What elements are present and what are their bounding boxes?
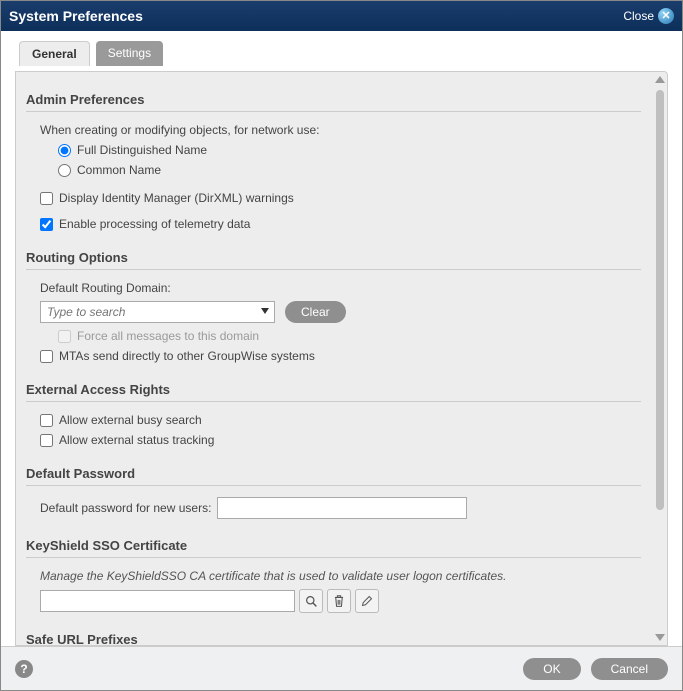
close-button[interactable]: Close ✕ <box>623 8 674 24</box>
keyshield-cert-input <box>40 590 295 612</box>
default-domain-combo[interactable] <box>40 301 275 323</box>
label-common-name: Common Name <box>77 163 161 177</box>
radio-common-name[interactable] <box>58 164 71 177</box>
checkbox-ext-busy[interactable] <box>40 414 53 427</box>
tab-general[interactable]: General <box>19 41 90 66</box>
scroll-down-icon <box>655 634 665 641</box>
clear-button[interactable]: Clear <box>285 301 346 323</box>
label-mtas-direct: MTAs send directly to other GroupWise sy… <box>59 349 315 363</box>
section-routing-heading: Routing Options <box>26 244 641 270</box>
keyshield-desc: Manage the KeyShieldSSO CA certificate t… <box>40 566 641 586</box>
keyshield-delete-button[interactable] <box>327 589 351 613</box>
checkbox-mtas-direct[interactable] <box>40 350 53 363</box>
checkbox-force-all <box>58 330 71 343</box>
label-telemetry: Enable processing of telemetry data <box>59 217 250 231</box>
close-label: Close <box>623 9 654 23</box>
footer: ? OK Cancel <box>1 646 682 690</box>
keyshield-search-button[interactable] <box>299 589 323 613</box>
pencil-icon <box>361 595 373 607</box>
window-title: System Preferences <box>9 8 143 24</box>
close-icon: ✕ <box>658 8 674 24</box>
label-ext-busy: Allow external busy search <box>59 413 202 427</box>
tab-settings[interactable]: Settings <box>96 41 163 66</box>
label-ext-status: Allow external status tracking <box>59 433 214 447</box>
checkbox-ext-status[interactable] <box>40 434 53 447</box>
cancel-button[interactable]: Cancel <box>591 658 668 680</box>
tabs: General Settings <box>1 31 682 66</box>
section-extaccess-heading: External Access Rights <box>26 376 641 402</box>
titlebar: System Preferences Close ✕ <box>1 1 682 31</box>
section-admin-heading: Admin Preferences <box>26 86 641 112</box>
trash-icon <box>333 595 345 608</box>
default-domain-input[interactable] <box>40 301 275 323</box>
label-dirxml: Display Identity Manager (DirXML) warnin… <box>59 191 294 205</box>
section-keyshield-heading: KeyShield SSO Certificate <box>26 532 641 558</box>
label-default-pw: Default password for new users: <box>40 501 211 515</box>
checkbox-dirxml[interactable] <box>40 192 53 205</box>
section-defaultpw-heading: Default Password <box>26 460 641 486</box>
section-safeurl-heading: Safe URL Prefixes <box>26 626 641 645</box>
checkbox-telemetry[interactable] <box>40 218 53 231</box>
keyshield-edit-button[interactable] <box>355 589 379 613</box>
label-force-all: Force all messages to this domain <box>77 329 259 343</box>
content-wrap: Admin Preferences When creating or modif… <box>15 71 668 646</box>
content-scroll: Admin Preferences When creating or modif… <box>16 72 651 645</box>
scroll-thumb[interactable] <box>656 90 664 510</box>
ok-button[interactable]: OK <box>523 658 580 680</box>
scroll-up-icon <box>655 76 665 83</box>
dialog-body: General Settings Admin Preferences When … <box>1 31 682 646</box>
help-button[interactable]: ? <box>15 660 33 678</box>
label-default-domain: Default Routing Domain: <box>40 278 641 298</box>
default-password-input[interactable] <box>217 497 467 519</box>
scrollbar[interactable] <box>655 76 665 641</box>
radio-full-dn[interactable] <box>58 144 71 157</box>
search-icon <box>305 595 318 608</box>
label-full-dn: Full Distinguished Name <box>77 143 207 157</box>
admin-intro: When creating or modifying objects, for … <box>40 120 641 140</box>
system-preferences-dialog: System Preferences Close ✕ General Setti… <box>0 0 683 691</box>
